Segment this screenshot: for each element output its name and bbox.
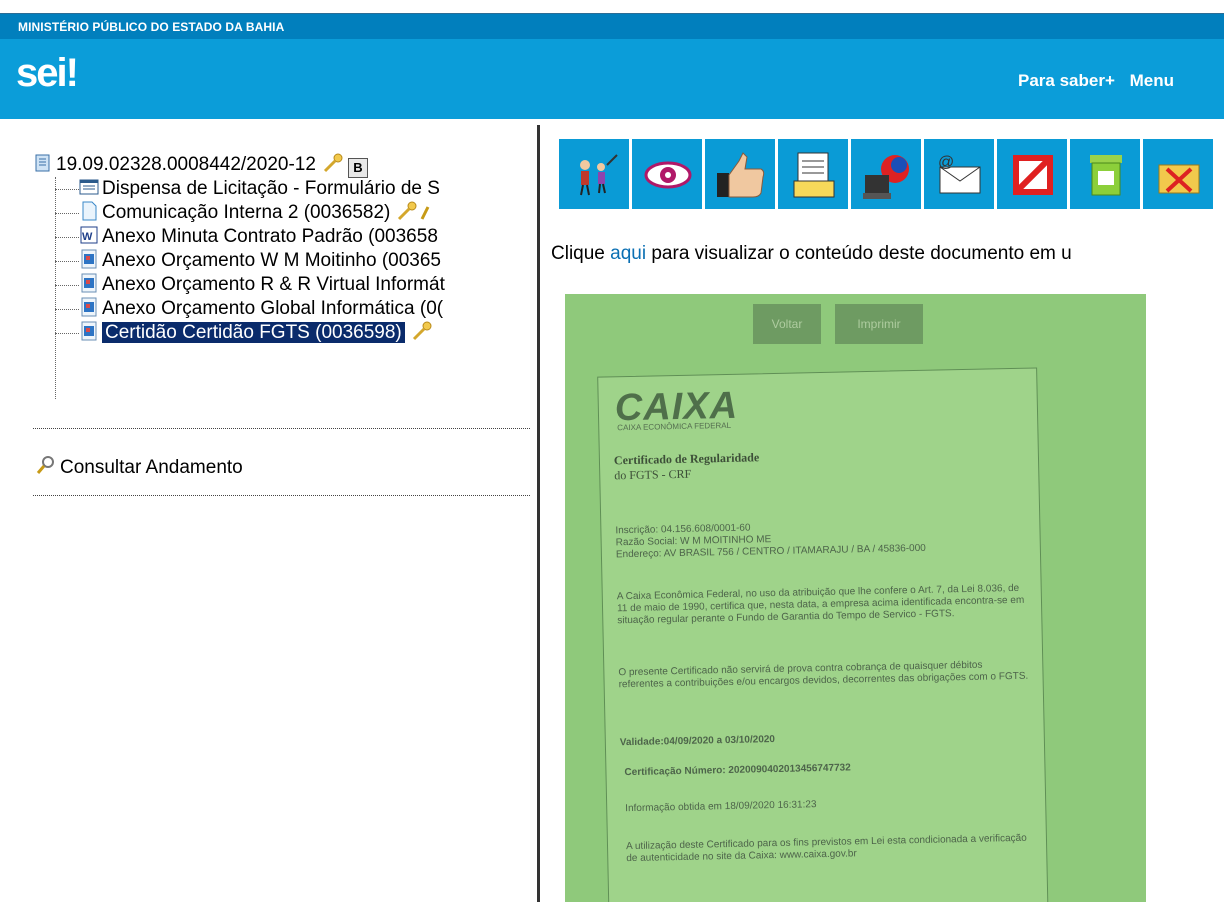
tree-item-anexo-rr[interactable]: Anexo Orçamento R & R Virtual Informát [79, 273, 445, 297]
pen-icon[interactable] [420, 201, 430, 221]
eye-icon [644, 161, 692, 189]
separator [33, 428, 530, 429]
tree-branch [55, 189, 79, 190]
toolbar-email-button[interactable]: @ [923, 138, 995, 210]
toolbar-users-button[interactable] [558, 138, 630, 210]
info-text: Informação obtida em 18/09/2020 16:31:23 [625, 799, 817, 815]
word-icon: W [80, 226, 98, 244]
users-icon [580, 154, 618, 196]
nav-menu[interactable]: Menu [1130, 71, 1174, 90]
tree-item-comunicacao[interactable]: Comunicação Interna 2 (0036582) [79, 201, 430, 225]
folder-remove-icon [1158, 164, 1200, 194]
org-name: MINISTÉRIO PÚBLICO DO ESTADO DA BAHIA [18, 20, 285, 34]
cancel-icon [1013, 155, 1053, 195]
panel-divider[interactable] [537, 125, 540, 902]
imprimir-button: Imprimir [835, 304, 923, 344]
toolbar-send-button[interactable] [850, 138, 922, 210]
document-sign-icon [793, 152, 835, 198]
block-badge[interactable]: B [347, 158, 368, 178]
tree-item-anexo-global[interactable]: Anexo Orçamento Global Informática (0( [79, 297, 443, 321]
certificacao-text: Certificação Número: 2020090402013456747… [624, 762, 851, 779]
image-file-icon [81, 273, 97, 293]
toolbar-approve-button[interactable] [704, 138, 776, 210]
validade-text: Validade:04/09/2020 a 03/10/2020 [619, 734, 776, 749]
process-number[interactable]: 19.09.02328.0008442/2020-12 [56, 154, 316, 175]
image-file-icon [81, 249, 97, 269]
magnifier-icon [36, 456, 54, 474]
separator [33, 495, 530, 496]
toolbar-delete-button[interactable] [1069, 138, 1141, 210]
key-icon[interactable] [411, 321, 433, 341]
tree-branch [55, 237, 79, 238]
document-icon [82, 201, 97, 221]
sei-logo[interactable]: sei! [16, 51, 79, 96]
process-icon [35, 154, 50, 172]
caixa-subtitle: CAIXA ECONÔMICA FEDERAL [617, 420, 732, 433]
certificate-title: Certificado de Regularidade do FGTS - CR… [613, 450, 760, 483]
paragraph-1: A Caixa Econômica Federal, no uso da atr… [616, 582, 1025, 627]
svg-text:@: @ [938, 154, 954, 171]
consultar-andamento-link[interactable]: Consultar Andamento [36, 455, 243, 479]
tree-item-anexo-minuta[interactable]: W Anexo Minuta Contrato Padrão (003658 [79, 225, 438, 249]
process-node[interactable]: 19.09.02328.0008442/2020-12 B [33, 153, 368, 178]
key-icon[interactable] [396, 201, 418, 221]
paragraph-3: A utilização deste Certificado para os f… [625, 832, 1027, 865]
computer-globe-icon [863, 155, 909, 199]
image-file-icon [81, 321, 97, 341]
brand-bar: sei! Para saber+ Menu [0, 39, 1224, 119]
tree-item-certidao[interactable]: Certidão Certidão FGTS (0036598) [79, 321, 433, 345]
tree-item-dispensa[interactable]: Dispensa de Licitação - Formulário de S [79, 177, 440, 201]
svg-text:W: W [82, 231, 93, 243]
toolbar-view-button[interactable] [631, 138, 703, 210]
email-icon: @ [938, 154, 981, 194]
tree-branch [55, 285, 79, 286]
process-tree: 19.09.02328.0008442/2020-12 B Dispensa de… [0, 119, 536, 902]
selected-document-label[interactable]: Certidão Certidão FGTS (0036598) [102, 322, 405, 343]
tree-branch [55, 261, 79, 262]
nav-para-saber[interactable]: Para saber+ [1018, 71, 1115, 90]
voltar-button: Voltar [753, 304, 821, 344]
toolbar-remove-button[interactable] [1142, 138, 1214, 210]
tree-branch [55, 213, 79, 214]
paragraph-2: O presente Certificado não servirá de pr… [618, 659, 1029, 691]
view-content-hint: Clique aqui para visualizar o conteúdo d… [551, 243, 1072, 264]
document-preview: Voltar Imprimir CAIXA CAIXA ECONÔMICA FE… [565, 294, 1146, 902]
form-icon [79, 179, 99, 195]
thumbs-up-icon [717, 152, 765, 198]
toolbar-cancel-button[interactable] [996, 138, 1068, 210]
aqui-link[interactable]: aqui [610, 243, 646, 264]
top-bar: MINISTÉRIO PÚBLICO DO ESTADO DA BAHIA [0, 13, 1224, 39]
image-file-icon [81, 297, 97, 317]
tree-branch [55, 309, 79, 310]
recycle-bin-icon [1090, 155, 1122, 196]
tree-item-anexo-wm[interactable]: Anexo Orçamento W M Moitinho (00365 [79, 249, 441, 273]
key-icon[interactable] [322, 153, 344, 173]
certificate-paper: CAIXA CAIXA ECONÔMICA FEDERAL Certificad… [597, 367, 1049, 902]
toolbar-sign-button[interactable] [777, 138, 849, 210]
top-nav: Para saber+ Menu [1018, 71, 1184, 91]
tree-line [55, 177, 56, 399]
tree-branch [55, 333, 79, 334]
